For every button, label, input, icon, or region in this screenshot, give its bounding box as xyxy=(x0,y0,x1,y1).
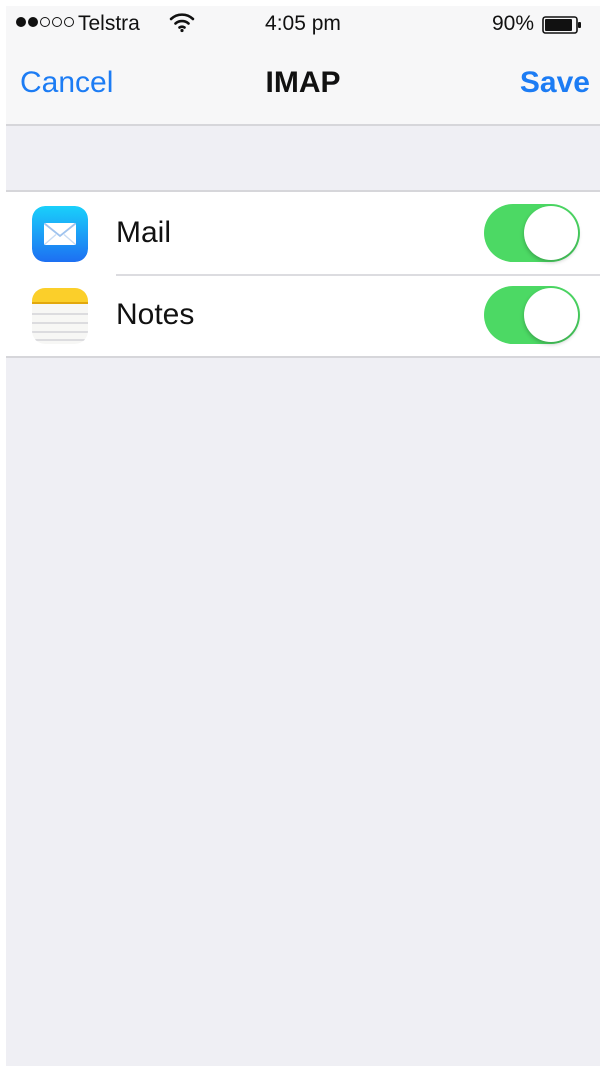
toggle-knob xyxy=(524,288,578,342)
save-button[interactable]: Save xyxy=(520,66,590,100)
navigation-bar: Cancel IMAP Save xyxy=(6,42,600,124)
screen: Telstra 4:05 pm 90% Cancel IMAP Save Mai… xyxy=(6,6,600,1066)
mail-label: Mail xyxy=(116,216,172,249)
notes-app-icon xyxy=(32,288,88,344)
battery-percentage: 90% xyxy=(491,12,534,35)
notes-label: Notes xyxy=(116,298,195,331)
mail-app-icon xyxy=(32,206,88,262)
list-item-mail: Mail xyxy=(6,192,600,274)
mail-toggle[interactable] xyxy=(484,204,580,262)
notes-toggle[interactable] xyxy=(484,286,580,344)
toggle-knob xyxy=(524,206,578,260)
page-title: IMAP xyxy=(265,66,341,99)
status-bar: Telstra 4:05 pm 90% xyxy=(6,6,600,42)
account-services-list: Mail Notes xyxy=(6,190,600,358)
header: Telstra 4:05 pm 90% Cancel IMAP Save xyxy=(6,6,600,126)
list-item-notes: Notes xyxy=(6,274,600,356)
battery-icon xyxy=(542,16,581,34)
